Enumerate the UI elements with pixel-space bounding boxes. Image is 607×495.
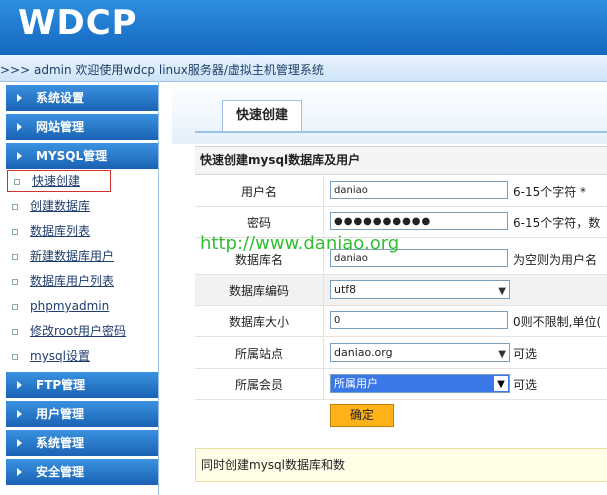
member-select[interactable]: 所属用户 ▼ [330,374,510,393]
tab-quick-create[interactable]: 快速创建 [222,100,302,131]
form-row-dbsize: 数据库大小 0 0则不限制,单位( [195,306,607,337]
arrow-right-icon [17,123,22,131]
password-masked-value: ●●●●●●●●●● [334,216,432,227]
arrow-right-icon [17,381,22,389]
arrow-right-icon [17,94,22,102]
sidebar-category-mysql-management[interactable]: MYSQL管理 [6,143,158,169]
sidebar-item-phpmyadmin[interactable]: phpmyadmin [6,294,158,319]
encoding-select[interactable]: utf8 ▼ [330,280,510,299]
form-submit-row: 确定 [195,400,607,432]
arrow-right-icon [17,152,22,160]
sidebar: 系统设置 网站管理 MYSQL管理 快速创建 创建数据库 数据库列表 新建数据库… [0,82,159,495]
bullet-square-icon [12,229,18,235]
section-title: 快速创建mysql数据库及用户 [195,146,607,175]
encoding-label: 数据库编码 [228,284,289,298]
sidebar-item-db-user-list[interactable]: 数据库用户列表 [6,269,158,294]
arrow-right-icon [17,410,22,418]
sidebar-category-security-management[interactable]: 安全管理 [6,459,158,485]
chevron-down-icon: ▼ [498,286,506,297]
arrow-right-icon [17,439,22,447]
member-hint: 可选 [513,378,538,392]
bullet-square-icon [12,254,18,260]
bullet-square-icon [12,354,18,360]
bullet-square-icon [12,304,18,310]
dbsize-label: 数据库大小 [228,315,289,329]
dbname-hint: 为空则为用户名 [513,253,598,267]
site-label: 所属站点 [234,347,283,361]
sidebar-item-new-db-user[interactable]: 新建数据库用户 [6,244,158,269]
tab-divider [195,131,607,133]
password-hint: 6-15个字符，数 [513,216,601,230]
sidebar-item-mysql-settings[interactable]: mysql设置 [6,344,158,369]
chevron-down-icon: ▼ [494,376,508,391]
sidebar-category-system-settings[interactable]: 系统设置 [6,85,158,111]
welcome-text: >>> admin 欢迎使用wdcp linux服务器/虚拟主机管理系统 [0,63,324,77]
dbsize-hint: 0则不限制,单位( [513,315,602,329]
submit-button[interactable]: 确定 [330,404,394,427]
arrow-right-icon [17,468,22,476]
chevron-down-icon: ▼ [498,349,506,360]
username-input[interactable]: daniao [330,181,508,199]
form-row-site: 所属站点 daniao.org ▼ 可选 [195,338,607,369]
form-row-username: 用户名 daniao 6-15个字符 * [195,176,607,207]
welcome-bar: >>> admin 欢迎使用wdcp linux服务器/虚拟主机管理系统 [0,55,607,82]
username-label: 用户名 [240,185,277,199]
bullet-square-icon [12,279,18,285]
form-row-member: 所属会员 所属用户 ▼ 可选 [195,369,607,400]
form-row-encoding: 数据库编码 utf8 ▼ [195,275,607,306]
site-select[interactable]: daniao.org ▼ [330,343,510,362]
header-bar: WDCP [0,0,607,55]
dbsize-input[interactable]: 0 [330,311,508,329]
sidebar-item-quick-create[interactable]: 快速创建 [7,170,111,192]
sidebar-item-database-list[interactable]: 数据库列表 [6,219,158,244]
sidebar-item-create-database[interactable]: 创建数据库 [6,194,158,219]
member-label: 所属会员 [234,378,283,392]
sidebar-category-user-management[interactable]: 用户管理 [6,401,158,427]
bullet-square-icon [12,329,18,335]
bullet-square-icon [12,204,18,210]
password-label: 密码 [246,216,271,230]
watermark-text: http://www.daniao.org [200,233,400,254]
sidebar-category-system-management[interactable]: 系统管理 [6,430,158,456]
bullet-square-icon [14,179,20,185]
site-hint: 可选 [513,347,538,361]
username-hint: 6-15个字符 * [513,185,587,199]
sidebar-item-change-root-password[interactable]: 修改root用户密码 [6,319,158,344]
info-note: 同时创建mysql数据库和数 [195,448,607,482]
sidebar-category-site-management[interactable]: 网站管理 [6,114,158,140]
wdcp-logo: WDCP [18,3,138,43]
sidebar-category-ftp-management[interactable]: FTP管理 [6,372,158,398]
